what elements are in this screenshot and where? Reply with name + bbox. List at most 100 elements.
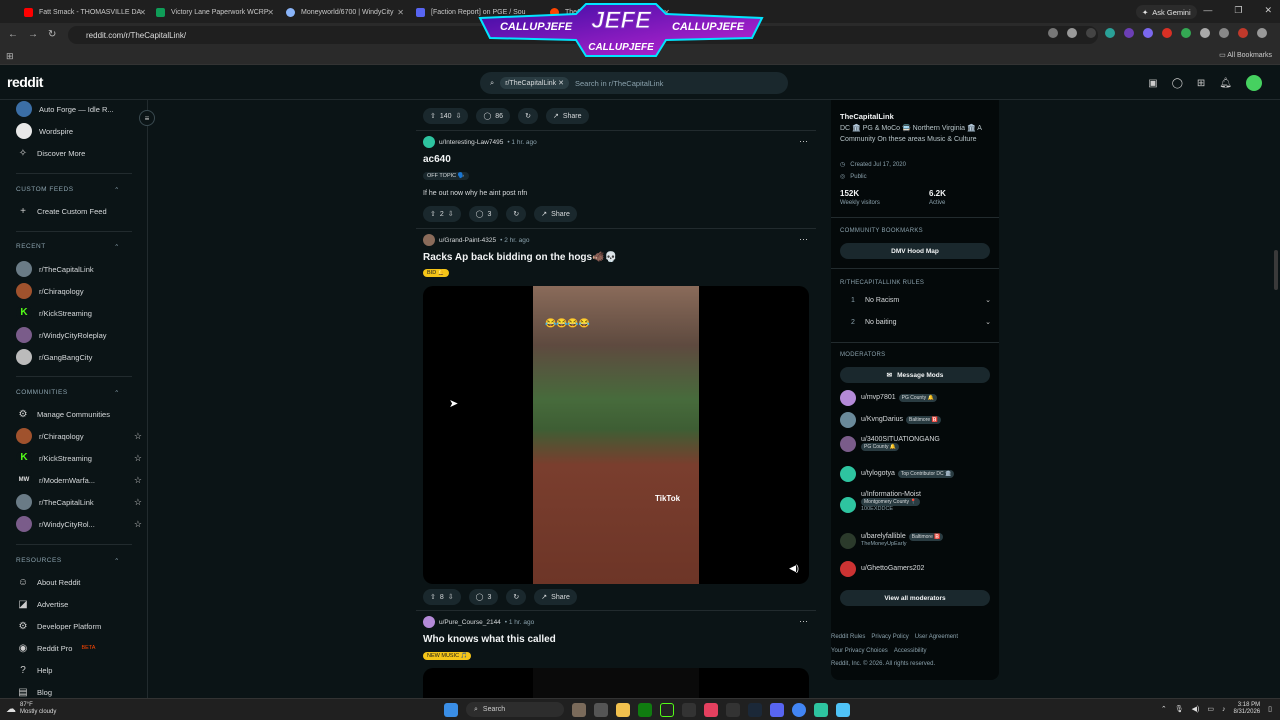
view-all-moderators-button[interactable]: View all moderators	[840, 590, 990, 606]
upvote-icon[interactable]: ⇧	[430, 210, 436, 218]
crosspost-button[interactable]: ↻	[506, 206, 527, 222]
moderator-name[interactable]: u/mvp7801	[861, 394, 896, 401]
extension-icon[interactable]	[1162, 28, 1172, 38]
sidebar-item-reddit-pro[interactable]: ◉ Reddit Pro BETA	[16, 639, 144, 657]
downvote-icon[interactable]: ⇩	[456, 112, 462, 120]
browser-tab[interactable]: Moneyworld/6700 | WindyCity ✕	[280, 3, 408, 21]
puzzle-icon[interactable]	[1200, 28, 1210, 38]
extension-icon[interactable]	[1105, 28, 1115, 38]
share-button[interactable]: ↗ Share	[545, 108, 589, 124]
sidebar-item-recent[interactable]: r/GangBangCity	[16, 348, 144, 366]
sidebar-item-community[interactable]: r/TheCapitalLink ☆	[16, 493, 144, 511]
downvote-icon[interactable]: ⇩	[448, 593, 454, 601]
search-scope-chip[interactable]: r/TheCapitalLink ✕	[500, 77, 569, 89]
all-bookmarks-button[interactable]: ▭ All Bookmarks	[1219, 51, 1272, 59]
create-custom-feed-button[interactable]: + Create Custom Feed	[16, 202, 144, 220]
sidebar-item-developer-platform[interactable]: ⚙ Developer Platform	[16, 617, 144, 635]
app-icon[interactable]	[836, 702, 850, 717]
minimize-icon[interactable]: —	[1203, 5, 1212, 16]
rule-item[interactable]: 1 No Racism ⌄	[851, 296, 991, 305]
privacy-policy-link[interactable]: Privacy Policy	[871, 634, 908, 640]
weather-widget[interactable]: ☁ 87°F Mostly cloudy	[6, 702, 56, 716]
notification-bell-icon[interactable]: 🔔︎	[1219, 78, 1232, 89]
star-icon[interactable]	[1067, 28, 1077, 38]
extension-icon[interactable]	[1143, 28, 1153, 38]
reload-icon[interactable]: ↻	[48, 29, 56, 40]
resources-header[interactable]: RESOURCES ⌃	[16, 557, 120, 565]
file-explorer-icon[interactable]	[616, 702, 630, 717]
comments-button[interactable]: ◯ 3	[468, 589, 499, 605]
menu-icon[interactable]	[1257, 28, 1267, 38]
back-icon[interactable]: ←	[8, 29, 18, 40]
comments-button[interactable]: ◯ 3	[468, 206, 499, 222]
close-icon[interactable]: ✕	[558, 80, 564, 87]
moderator-name[interactable]: u/Information-Moist	[861, 491, 921, 498]
browser-tab[interactable]: Victory Lane Paperwork WCRP ✕	[150, 3, 278, 21]
share-button[interactable]: ↗ Share	[534, 206, 577, 222]
extension-icon[interactable]	[1124, 28, 1134, 38]
communities-header[interactable]: COMMUNITIES ⌃	[16, 389, 120, 397]
widget-icon[interactable]	[572, 702, 586, 717]
sidebar-item-recent[interactable]: r/Chiraqology	[16, 282, 144, 300]
sidebar-item-community[interactable]: r/Chiraqology ☆	[16, 427, 144, 445]
reddit-logo[interactable]: reddit	[7, 74, 43, 90]
sidebar-item-wordspire[interactable]: Wordspire	[16, 122, 144, 140]
profile-icon[interactable]	[1238, 28, 1248, 38]
user-avatar[interactable]	[1246, 75, 1262, 91]
app-icon[interactable]	[726, 702, 740, 717]
accessibility-link[interactable]: Accessibility	[894, 648, 927, 654]
vote-control[interactable]: ⇧ 2 ⇩	[423, 206, 461, 222]
recent-header[interactable]: RECENT ⌃	[16, 243, 120, 251]
moderator-item[interactable]: u/Information-Moist Montgomery County 📍 10…	[840, 491, 995, 513]
chrome-icon[interactable]	[792, 702, 806, 717]
post-flair[interactable]: NEW MUSIC 🎵	[423, 652, 472, 660]
speaker-icon[interactable]: ♪	[1222, 706, 1226, 713]
upvote-icon[interactable]: ⇧	[430, 593, 436, 601]
user-avatar[interactable]	[423, 234, 435, 246]
scrollbar[interactable]	[1274, 250, 1278, 290]
post-author[interactable]: u/Grand-Paint-4325	[439, 237, 496, 244]
windows-start-icon[interactable]	[444, 702, 458, 717]
moderator-name[interactable]: u/barelyfallible	[861, 533, 906, 540]
user-avatar[interactable]	[423, 136, 435, 148]
rule-item[interactable]: 2 No baiting ⌄	[851, 318, 991, 327]
sidebar-item-community[interactable]: r/WindyCityRol... ☆	[16, 515, 144, 533]
video-player[interactable]: 😂😂😂😂 TikTok ◀)	[423, 286, 809, 584]
apps-icon[interactable]: ⊞	[6, 51, 14, 62]
steam-icon[interactable]	[748, 702, 762, 717]
upvote-icon[interactable]: ⇧	[430, 112, 436, 120]
search-input[interactable]: Search in r/TheCapitalLink	[575, 79, 663, 88]
close-window-icon[interactable]: ✕	[1264, 5, 1272, 16]
app-icon[interactable]	[704, 702, 718, 717]
crosspost-button[interactable]: ↻	[518, 108, 538, 124]
star-icon[interactable]: ☆	[134, 431, 142, 442]
star-icon[interactable]: ☆	[134, 497, 142, 508]
sidebar-item-recent[interactable]: r/WindyCityRoleplay	[16, 326, 144, 344]
moderator-item[interactable]: u/KvngDarius Baltimore 🅱️	[840, 412, 995, 428]
sidebar-item-community[interactable]: MW r/ModernWarfa... ☆	[16, 471, 144, 489]
search-bar[interactable]: ⌕ r/TheCapitalLink ✕ Search in r/TheCapi…	[480, 72, 788, 94]
collapse-sidebar-button[interactable]: ≡	[139, 110, 155, 126]
vote-control[interactable]: ⇧ 140 ⇩	[423, 108, 469, 124]
create-post-icon[interactable]: ⊞	[1197, 78, 1205, 89]
user-agreement-link[interactable]: User Agreement	[915, 634, 958, 640]
browser-tab[interactable]: Fatt Smack - THOMASVILLE DA ✕	[18, 3, 150, 21]
comments-button[interactable]: ◯ 86	[476, 108, 511, 124]
custom-feeds-header[interactable]: CUSTOM FEEDS ⌃	[16, 186, 120, 194]
sidebar-item-advertise[interactable]: ◪ Advertise	[16, 595, 144, 613]
moderator-name[interactable]: u/KvngDarius	[861, 416, 903, 423]
chevron-up-icon[interactable]: ⌃	[1161, 705, 1167, 713]
post-title[interactable]: Racks Ap back bidding on the hogs🐗💀	[423, 252, 617, 263]
volume-icon[interactable]: ◀)	[789, 563, 799, 574]
taskbar-search[interactable]: ⌕ Search	[466, 702, 564, 717]
user-avatar[interactable]	[423, 616, 435, 628]
network-icon[interactable]: ▭	[1207, 705, 1214, 713]
sidebar-item-discover-more[interactable]: ✧ Discover More	[16, 144, 144, 162]
moderator-item[interactable]: u/GhettoGamers202	[840, 561, 995, 577]
sidebar-item-recent[interactable]: r/TheCapitalLink	[16, 260, 144, 278]
more-options-icon[interactable]: ⋯	[799, 136, 808, 147]
privacy-choices-link[interactable]: Your Privacy Choices	[831, 648, 888, 654]
sidebar-item-about-reddit[interactable]: ☺ About Reddit	[16, 573, 144, 591]
install-icon[interactable]	[1048, 28, 1058, 38]
vote-control[interactable]: ⇧ 8 ⇩	[423, 589, 461, 605]
